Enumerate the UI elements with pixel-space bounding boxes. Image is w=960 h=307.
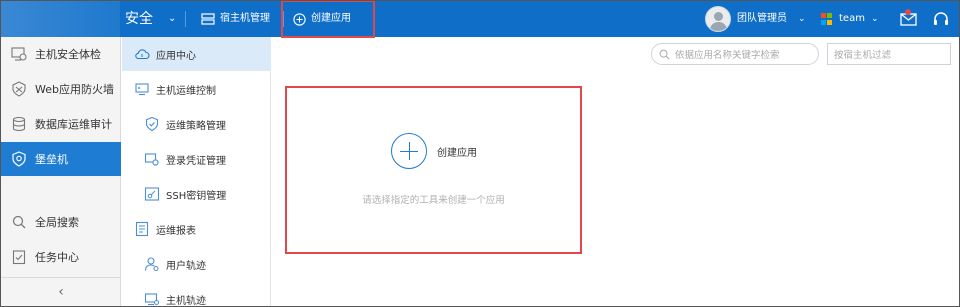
- policy-shield-icon: [145, 116, 159, 132]
- sidebar-item-label: 主机安全体检: [35, 48, 101, 61]
- sidebar-item-user-track[interactable]: 用户轨迹: [122, 247, 271, 281]
- sidebar-item-db-audit[interactable]: 数据库运维审计: [1, 107, 121, 141]
- headset-icon[interactable]: [931, 9, 951, 29]
- credential-icon: [144, 153, 159, 166]
- team-logo-icon: [821, 13, 833, 25]
- add-circle-icon: [293, 12, 306, 26]
- firewall-icon: [12, 81, 26, 97]
- sidebar-item-label: 应用中心: [156, 50, 196, 62]
- sidebar-item-app-center[interactable]: 应用中心: [122, 37, 271, 71]
- cloud-icon: [135, 49, 150, 60]
- sidebar-item-ops-report[interactable]: 运维报表: [122, 212, 271, 246]
- sidebar-item-host-control[interactable]: 主机运维控制: [122, 72, 271, 106]
- host-control-icon: [135, 83, 149, 96]
- user-track-icon: [144, 257, 159, 271]
- sidebar-item-host-track[interactable]: 主机轨迹: [122, 282, 271, 307]
- create-app-card-label: 创建应用: [437, 147, 477, 159]
- host-manage-label: 宿主机管理: [220, 13, 270, 24]
- filter-placeholder: 按宿主机过滤: [834, 50, 892, 61]
- app-frame: 安全 ⌄ 宿主机管理 创建应用 团队管理员 ⌄ team ⌄ 主机安全体检 We…: [0, 0, 960, 307]
- host-filter-input[interactable]: 按宿主机过滤: [827, 43, 951, 65]
- chevron-down-icon[interactable]: ⌄: [798, 1, 806, 37]
- sidebar-item-label: 登录凭证管理: [166, 155, 226, 167]
- primary-sidebar: 主机安全体检 Web应用防火墙 数据库运维审计 堡垒机 全局搜索 任务中心 ‹: [1, 37, 121, 306]
- sidebar-item-label: SSH密钥管理: [166, 190, 227, 202]
- product-name[interactable]: 安全: [125, 1, 153, 37]
- sidebar-item-label: 数据库运维审计: [35, 118, 112, 131]
- sidebar-item-label: 运维报表: [156, 225, 196, 237]
- secondary-sidebar: 应用中心 主机运维控制 运维策略管理 登录凭证管理 SSH密钥管理 运维报表 用…: [122, 37, 271, 306]
- chevron-down-icon[interactable]: ⌄: [871, 1, 879, 37]
- create-app-action[interactable]: 创建应用: [391, 133, 477, 169]
- plus-circle-icon[interactable]: [391, 133, 427, 169]
- sidebar-item-label: 堡垒机: [35, 153, 68, 166]
- create-app-label: 创建应用: [311, 13, 351, 24]
- sidebar-item-label: 运维策略管理: [166, 120, 226, 132]
- divider: [185, 11, 186, 27]
- shield-icon: [12, 151, 26, 167]
- avatar[interactable]: [705, 6, 731, 32]
- sidebar-item-label: 任务中心: [35, 251, 79, 264]
- notification-badge: [905, 9, 911, 15]
- host-track-icon: [144, 293, 159, 306]
- task-icon: [12, 250, 26, 265]
- database-icon: [12, 116, 26, 132]
- sidebar-item-ssh-keys[interactable]: SSH密钥管理: [122, 177, 271, 211]
- sidebar-item-ops-policy[interactable]: 运维策略管理: [122, 107, 271, 141]
- sidebar-item-task-center[interactable]: 任务中心: [1, 240, 121, 274]
- chevron-down-icon[interactable]: ⌄: [168, 1, 176, 37]
- sidebar-item-label: 主机轨迹: [166, 295, 206, 307]
- sidebar-item-host-check[interactable]: 主机安全体检: [1, 37, 121, 71]
- create-app-button[interactable]: 创建应用: [281, 1, 375, 38]
- sidebar-item-bastion[interactable]: 堡垒机: [1, 142, 121, 176]
- logo-area: [1, 1, 120, 37]
- top-bar: 安全 ⌄ 宿主机管理 创建应用 团队管理员 ⌄ team ⌄: [1, 1, 959, 38]
- sidebar-item-label: 全局搜索: [35, 216, 79, 229]
- sidebar-item-label: 用户轨迹: [166, 260, 206, 272]
- user-role[interactable]: 团队管理员: [737, 1, 787, 37]
- sidebar-item-label: Web应用防火墙: [35, 83, 114, 96]
- search-input[interactable]: 依据应用名称关键字检索: [651, 43, 819, 65]
- host-check-icon: [11, 47, 27, 61]
- search-icon: [12, 215, 26, 229]
- sidebar-item-waf[interactable]: Web应用防火墙: [1, 72, 121, 106]
- create-app-card[interactable]: 创建应用 请选择指定的工具来创建一个应用: [285, 86, 582, 254]
- key-icon: [144, 187, 160, 201]
- server-icon: [201, 13, 215, 25]
- search-placeholder: 依据应用名称关键字检索: [675, 50, 780, 61]
- sidebar-item-credentials[interactable]: 登录凭证管理: [122, 142, 271, 176]
- search-icon: [659, 49, 670, 59]
- host-manage-button[interactable]: 宿主机管理: [201, 1, 270, 37]
- chevron-left-icon: ‹: [58, 284, 64, 300]
- collapse-sidebar-button[interactable]: ‹: [1, 277, 121, 306]
- sidebar-item-label: 主机运维控制: [156, 85, 216, 97]
- sidebar-item-global-search[interactable]: 全局搜索: [1, 205, 121, 239]
- team-name[interactable]: team: [839, 1, 865, 37]
- report-icon: [135, 221, 149, 237]
- create-app-hint: 请选择指定的工具来创建一个应用: [362, 195, 505, 206]
